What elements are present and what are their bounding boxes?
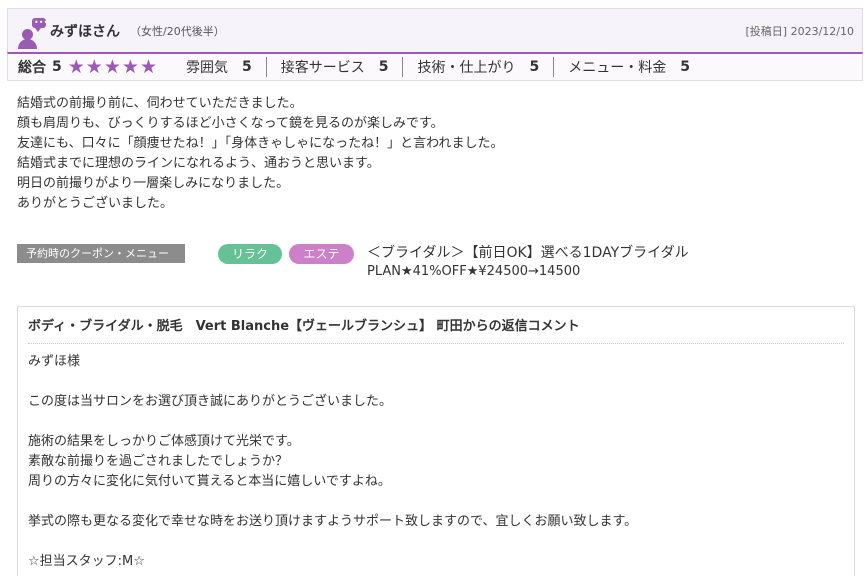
reply-line [28,372,844,392]
review-body: 結婚式の前撮り前に、伺わせていただきました。 顔も肩周りも、びっくりするほど小さ… [17,94,847,214]
rating-stars: ★ ★ ★ ★ ★ [67,55,158,78]
rating-value: 5 [529,59,540,75]
reply-line: みずほ様 [28,354,81,369]
reply-line: 施術の結果をしっかりご体感頂けて光栄です。 [28,434,300,449]
rating-atmosphere: 雰囲気 5 [172,57,266,77]
reply-line: 挙式の際も更なる変化で幸せな時をお送り頂けますようサポート致しますので、宜しくお… [28,514,638,529]
reply-line: 素敵な前撮りを過ごされましたでしょうか？ [28,454,289,469]
reviewer-name: みずほさん [50,23,120,40]
rating-menu-price: メニュー・料金 5 [553,57,704,77]
reviewer-meta: （女性/20代後半） [130,24,225,38]
reply-line [28,532,844,552]
coupon-row: 予約時のクーポン・メニュー リラク エステ ＜ブライダル＞【前日OK】選べる1D… [17,243,857,283]
rating-label: メニュー・料金 [568,60,667,76]
rating-label: 接客サービス [280,60,365,76]
rating-value: 5 [241,59,252,75]
overall-label: 総合 [18,60,46,76]
tag-esthe: エステ [289,244,354,264]
review-line: ありがとうございました。 [17,196,174,211]
reply-line: この度は当サロンをお選び頂き誠にありがとうございました。 [28,394,393,409]
review-line: 結婚式の前撮り前に、伺わせていただきました。 [17,96,303,111]
rating-bar: 総合 5 ★ ★ ★ ★ ★ 雰囲気 5 接客サービス 5 技術・仕上がり 5 … [7,52,863,81]
rating-value: 5 [378,59,389,75]
reply-line: 周りの方々に変化に気付いて貰えると本当に嬉しいですよね。 [28,474,391,489]
star-icon: ★ [121,55,139,78]
reply-line [28,412,844,432]
review-line: 結婚式までに理想のラインになれるよう、通おうと思います。 [17,156,380,171]
review-line: 友達にも、口々に「顔痩せたね！」「身体きゃしゃになったね！」と言われました。 [17,136,504,151]
coupon-label: 予約時のクーポン・メニュー [17,244,185,263]
star-icon: ★ [103,55,121,78]
rating-technique: 技術・仕上がり 5 [402,57,553,77]
review-line: 顔も肩周りも、びっくりするほど小さくなって鏡を見るのが楽しみです。 [17,116,444,131]
reply-text: みずほ様 この度は当サロンをお選び頂き誠にありがとうございました。 施術の結果を… [28,352,844,572]
rating-service: 接客サービス 5 [265,57,403,77]
reply-line [28,492,844,512]
rating-label: 技術・仕上がり [417,60,516,76]
star-icon: ★ [85,55,103,78]
star-icon: ★ [67,55,85,78]
post-date: [投稿日] 2023/12/10 [745,24,854,38]
review-line: 明日の前撮りがより一層楽しみになりました。 [17,176,290,191]
coupon-title-link[interactable]: ＜ブライダル＞【前日OK】選べる1DAYブライダル [367,243,707,263]
review-header: ••• みずほさん （女性/20代後半） [投稿日] 2023/12/10 [7,8,863,52]
star-icon: ★ [139,55,157,78]
overall-score: 5 [52,59,62,75]
coupon-price: PLAN★41%OFF★¥24500→14500 [367,264,581,279]
rating-label: 雰囲気 [185,60,228,76]
reply-box: ボディ・ブライダル・脱毛 Vert Blanche【ヴェールブランシュ】 町田か… [17,306,855,576]
reply-line: ☆担当スタッフ:M☆ [28,554,145,569]
tag-relax: リラク [218,244,282,264]
reply-title: ボディ・ブライダル・脱毛 Vert Blanche【ヴェールブランシュ】 町田か… [28,307,844,344]
reviewer-avatar-icon: ••• [16,17,48,49]
rating-value: 5 [680,59,690,75]
